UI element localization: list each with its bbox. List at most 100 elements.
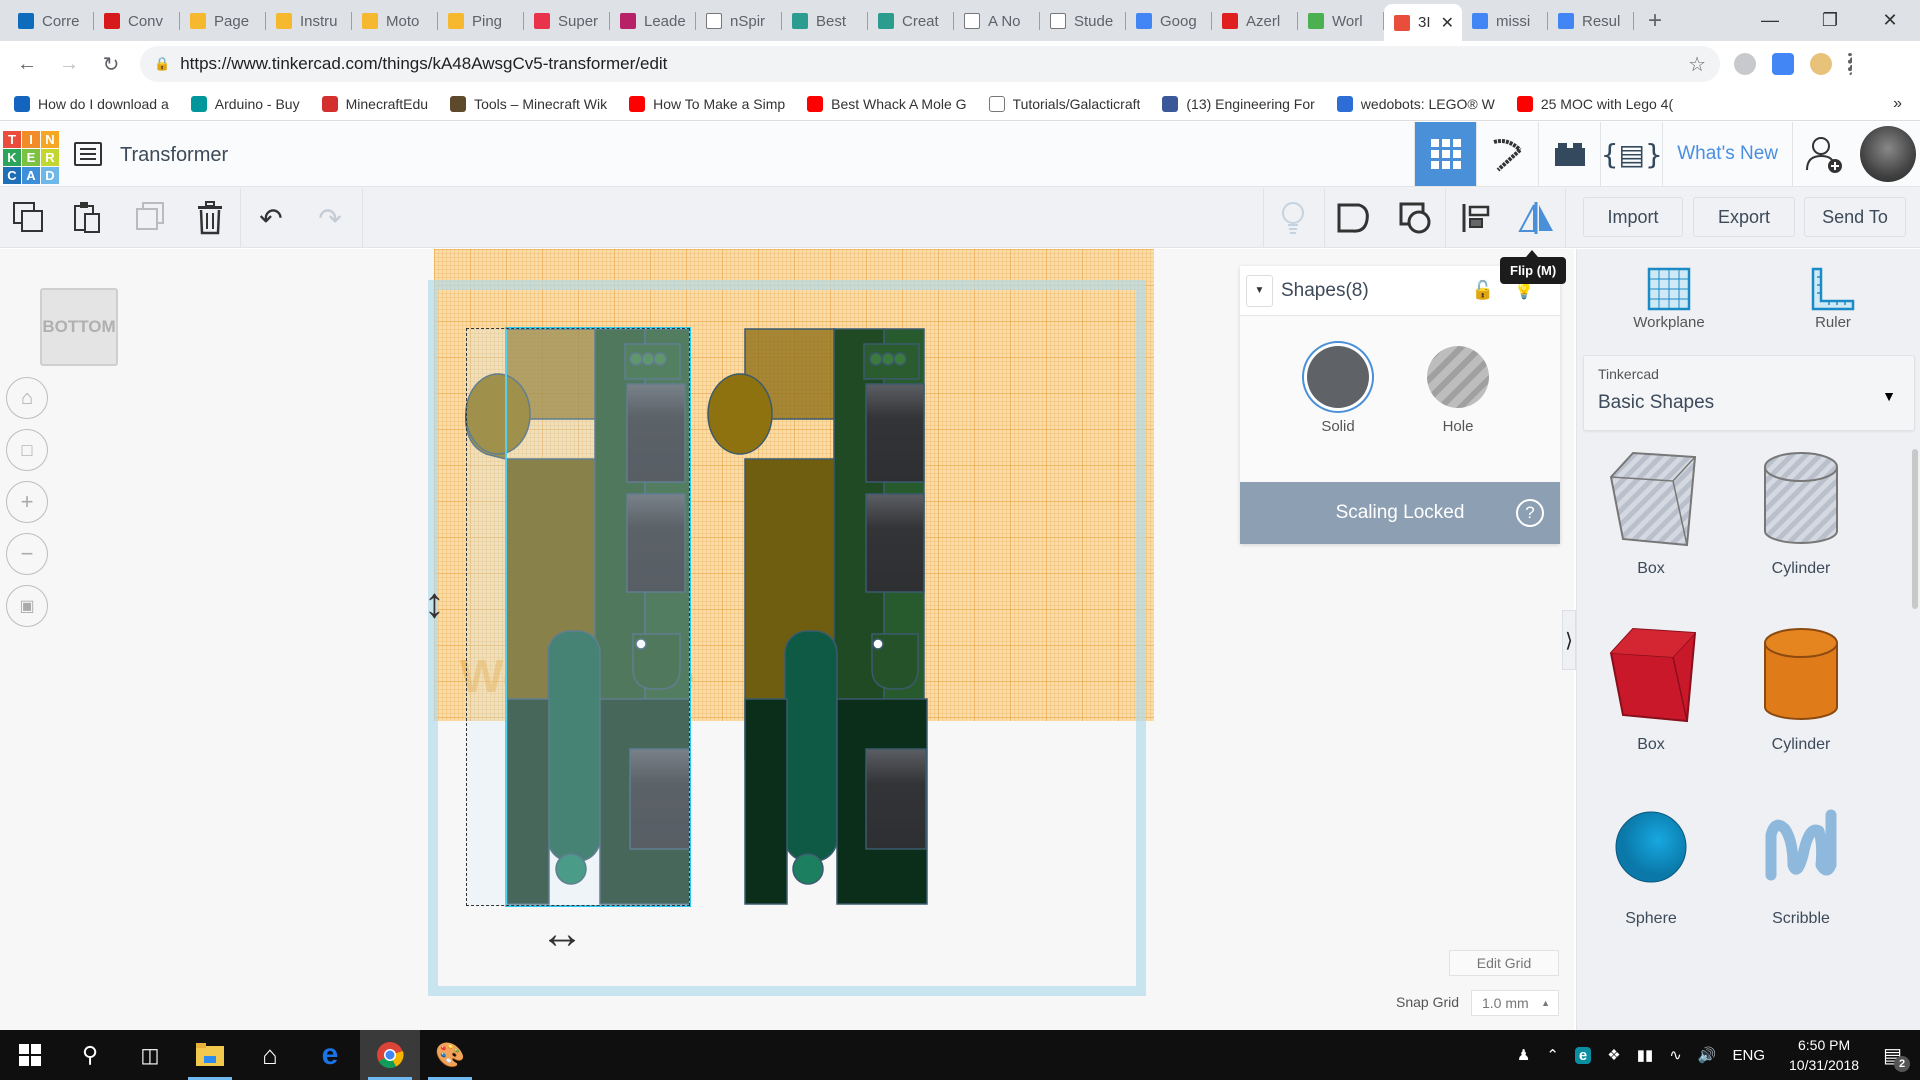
- extension-drive-icon[interactable]: [1734, 53, 1756, 75]
- user-avatar[interactable]: [1860, 126, 1916, 182]
- group-button[interactable]: [1334, 198, 1374, 238]
- close-window-button[interactable]: ✕: [1860, 0, 1920, 41]
- zoom-in-button[interactable]: +: [6, 481, 48, 523]
- shape-library-dropdown[interactable]: Tinkercad Basic Shapes ▼: [1583, 355, 1915, 431]
- shape-box[interactable]: Box: [1591, 618, 1711, 754]
- reload-button[interactable]: ↻: [96, 52, 126, 77]
- browser-tab[interactable]: Goog: [1126, 4, 1212, 38]
- browser-tab[interactable]: Creat: [868, 4, 954, 38]
- paste-button[interactable]: [68, 198, 108, 238]
- zoom-out-button[interactable]: −: [6, 533, 48, 575]
- bookmark-item[interactable]: (13) Engineering For: [1162, 95, 1315, 112]
- chrome-button[interactable]: [360, 1030, 420, 1080]
- delete-button[interactable]: [190, 198, 230, 238]
- copy-button[interactable]: [9, 198, 49, 238]
- maximize-button[interactable]: ❐: [1800, 0, 1860, 41]
- browser-tab[interactable]: nSpir: [696, 4, 782, 38]
- bookmark-item[interactable]: 25 MOC with Lego 4(: [1516, 95, 1673, 112]
- browser-tab[interactable]: Instru: [266, 4, 352, 38]
- action-center-button[interactable]: ▤ 2: [1883, 1043, 1910, 1072]
- transformer-model[interactable]: [707, 328, 928, 905]
- bookmark-item[interactable]: MinecraftEdu: [321, 95, 428, 112]
- bookmark-item[interactable]: Tutorials/Galacticraft: [988, 95, 1140, 112]
- shapes-scrollbar[interactable]: [1912, 449, 1918, 609]
- minimize-button[interactable]: —: [1740, 0, 1800, 41]
- bookmark-item[interactable]: Tools – Minecraft Wik: [450, 95, 607, 112]
- extension-profile-icon[interactable]: [1810, 53, 1832, 75]
- search-button[interactable]: ⚲: [60, 1030, 120, 1080]
- close-tab-icon[interactable]: ✕: [1441, 13, 1454, 33]
- forward-button[interactable]: →: [54, 53, 84, 76]
- align-button[interactable]: [1456, 198, 1496, 238]
- bookmark-star-icon[interactable]: ☆: [1688, 52, 1706, 77]
- browser-tab[interactable]: A No: [954, 4, 1040, 38]
- start-button[interactable]: [0, 1030, 60, 1080]
- height-handle[interactable]: ↕: [424, 579, 445, 627]
- undo-button[interactable]: ↶: [251, 198, 291, 238]
- shape-hole-box[interactable]: Box: [1591, 442, 1711, 578]
- shape-scribble[interactable]: Scribble: [1741, 792, 1861, 928]
- flip-button[interactable]: [1516, 198, 1556, 238]
- bookmark-item[interactable]: How do I download a: [14, 95, 169, 112]
- project-title[interactable]: Transformer: [120, 144, 228, 167]
- edit-grid-button[interactable]: Edit Grid: [1449, 950, 1559, 976]
- browser-tab[interactable]: Corre: [8, 4, 94, 38]
- ruler-tool[interactable]: Ruler: [1773, 264, 1893, 331]
- bricks-view-button[interactable]: [1538, 122, 1600, 186]
- language-indicator[interactable]: ENG: [1733, 1047, 1766, 1064]
- bookmark-item[interactable]: Best Whack A Mole G: [807, 95, 967, 112]
- blocks-view-button[interactable]: [1476, 122, 1538, 186]
- whats-new-link[interactable]: What's New: [1662, 122, 1792, 186]
- browser-tab[interactable]: Worl: [1298, 4, 1384, 38]
- volume-icon[interactable]: 🔊: [1698, 1046, 1717, 1064]
- people-icon[interactable]: ♟: [1517, 1046, 1530, 1064]
- lock-icon[interactable]: 🔓: [1472, 280, 1494, 301]
- shape-hole-cylinder[interactable]: Cylinder: [1741, 442, 1861, 578]
- redo-button[interactable]: ↷: [310, 198, 350, 238]
- fit-view-button[interactable]: □: [6, 429, 48, 471]
- browser-tab[interactable]: Ping: [438, 4, 524, 38]
- browser-tab[interactable]: Resul: [1548, 4, 1634, 38]
- import-button[interactable]: Import: [1583, 197, 1683, 237]
- back-button[interactable]: ←: [12, 53, 42, 76]
- width-handle[interactable]: ↔: [540, 909, 584, 959]
- clock[interactable]: 6:50 PM 10/31/2018: [1789, 1035, 1859, 1075]
- view-cube[interactable]: BOTTOM: [40, 288, 118, 366]
- browser-tab[interactable]: Best: [782, 4, 868, 38]
- show-hidden-icons[interactable]: ⌃: [1546, 1046, 1559, 1064]
- bookmark-item[interactable]: How To Make a Simp: [629, 95, 785, 112]
- dropbox-icon[interactable]: ❖: [1607, 1046, 1620, 1064]
- browser-tab[interactable]: missi: [1462, 4, 1548, 38]
- collapse-panel-button[interactable]: ⟩: [1562, 610, 1576, 670]
- solid-option[interactable]: Solid: [1298, 346, 1378, 435]
- duplicate-button[interactable]: [130, 198, 170, 238]
- new-tab-button[interactable]: +: [1648, 7, 1662, 35]
- ortho-view-button[interactable]: ▣: [6, 585, 48, 627]
- shape-sphere[interactable]: Sphere: [1591, 792, 1711, 928]
- edge-button[interactable]: e: [300, 1030, 360, 1080]
- help-button[interactable]: ?: [1516, 499, 1544, 527]
- snap-grid-select[interactable]: 1.0 mm ▲: [1471, 990, 1559, 1016]
- extension-translate-icon[interactable]: [1772, 53, 1794, 75]
- menu-icon[interactable]: [1848, 53, 1852, 75]
- hole-option[interactable]: Hole: [1418, 346, 1498, 435]
- workplane-tool[interactable]: Workplane: [1609, 264, 1729, 331]
- file-explorer-button[interactable]: [180, 1030, 240, 1080]
- export-button[interactable]: Export: [1693, 197, 1795, 237]
- codeblocks-view-button[interactable]: {▤}: [1600, 122, 1663, 186]
- tinkercad-logo[interactable]: TIN KER CAD: [3, 131, 59, 184]
- design-list-icon[interactable]: [74, 142, 102, 166]
- shape-cylinder[interactable]: Cylinder: [1741, 618, 1861, 754]
- bookmarks-more-button[interactable]: »: [1893, 95, 1902, 113]
- browser-tab[interactable]: Stude: [1040, 4, 1126, 38]
- browser-tab[interactable]: Moto: [352, 4, 438, 38]
- browser-tab[interactable]: Super: [524, 4, 610, 38]
- browser-tab[interactable]: Azerl: [1212, 4, 1298, 38]
- browser-tab[interactable]: 3I ✕: [1384, 4, 1462, 41]
- home-view-button[interactable]: ⌂: [6, 377, 48, 419]
- task-view-button[interactable]: ◫: [120, 1030, 180, 1080]
- home-app-button[interactable]: ⌂: [240, 1030, 300, 1080]
- browser-tab[interactable]: Conv: [94, 4, 180, 38]
- 3d-design-view-button[interactable]: [1414, 122, 1477, 186]
- invite-user-button[interactable]: [1792, 122, 1854, 186]
